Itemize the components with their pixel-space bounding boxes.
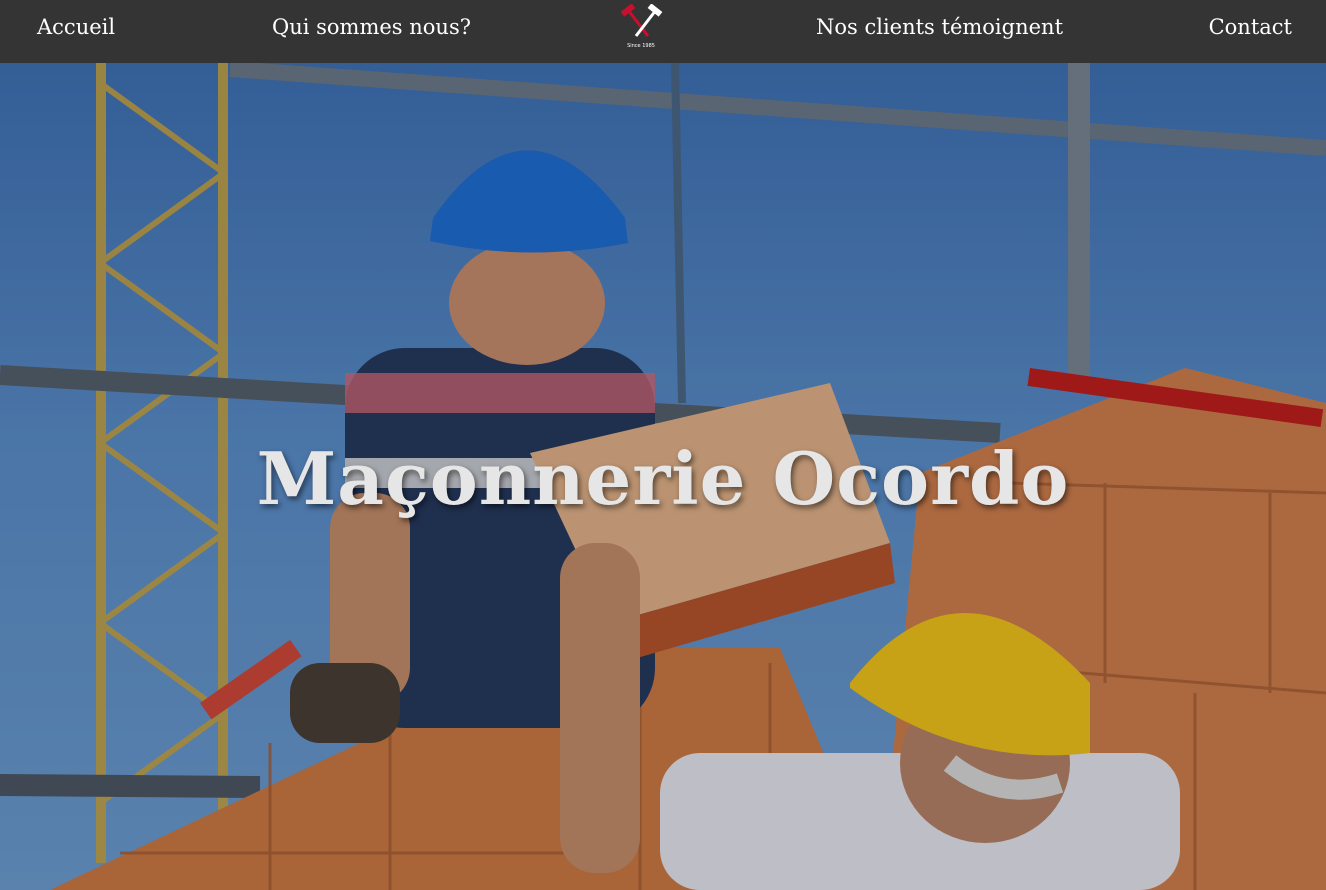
- nav-link-nos-clients[interactable]: Nos clients témoignent: [816, 0, 1063, 55]
- hero-banner: Maçonnerie Ocordo: [0, 63, 1326, 890]
- nav-link-qui-sommes-nous[interactable]: Qui sommes nous?: [272, 0, 471, 55]
- top-navbar: Accueil Qui sommes nous? Since 1985 Nos …: [0, 0, 1326, 63]
- logo-caption: Since 1985: [627, 43, 655, 49]
- nav-link-contact[interactable]: Contact: [1209, 0, 1292, 55]
- hero-title: Maçonnerie Ocordo: [256, 436, 1070, 521]
- site-logo[interactable]: Since 1985: [618, 3, 664, 52]
- nav-link-accueil[interactable]: Accueil: [37, 0, 115, 55]
- hammer-icon: [620, 3, 663, 37]
